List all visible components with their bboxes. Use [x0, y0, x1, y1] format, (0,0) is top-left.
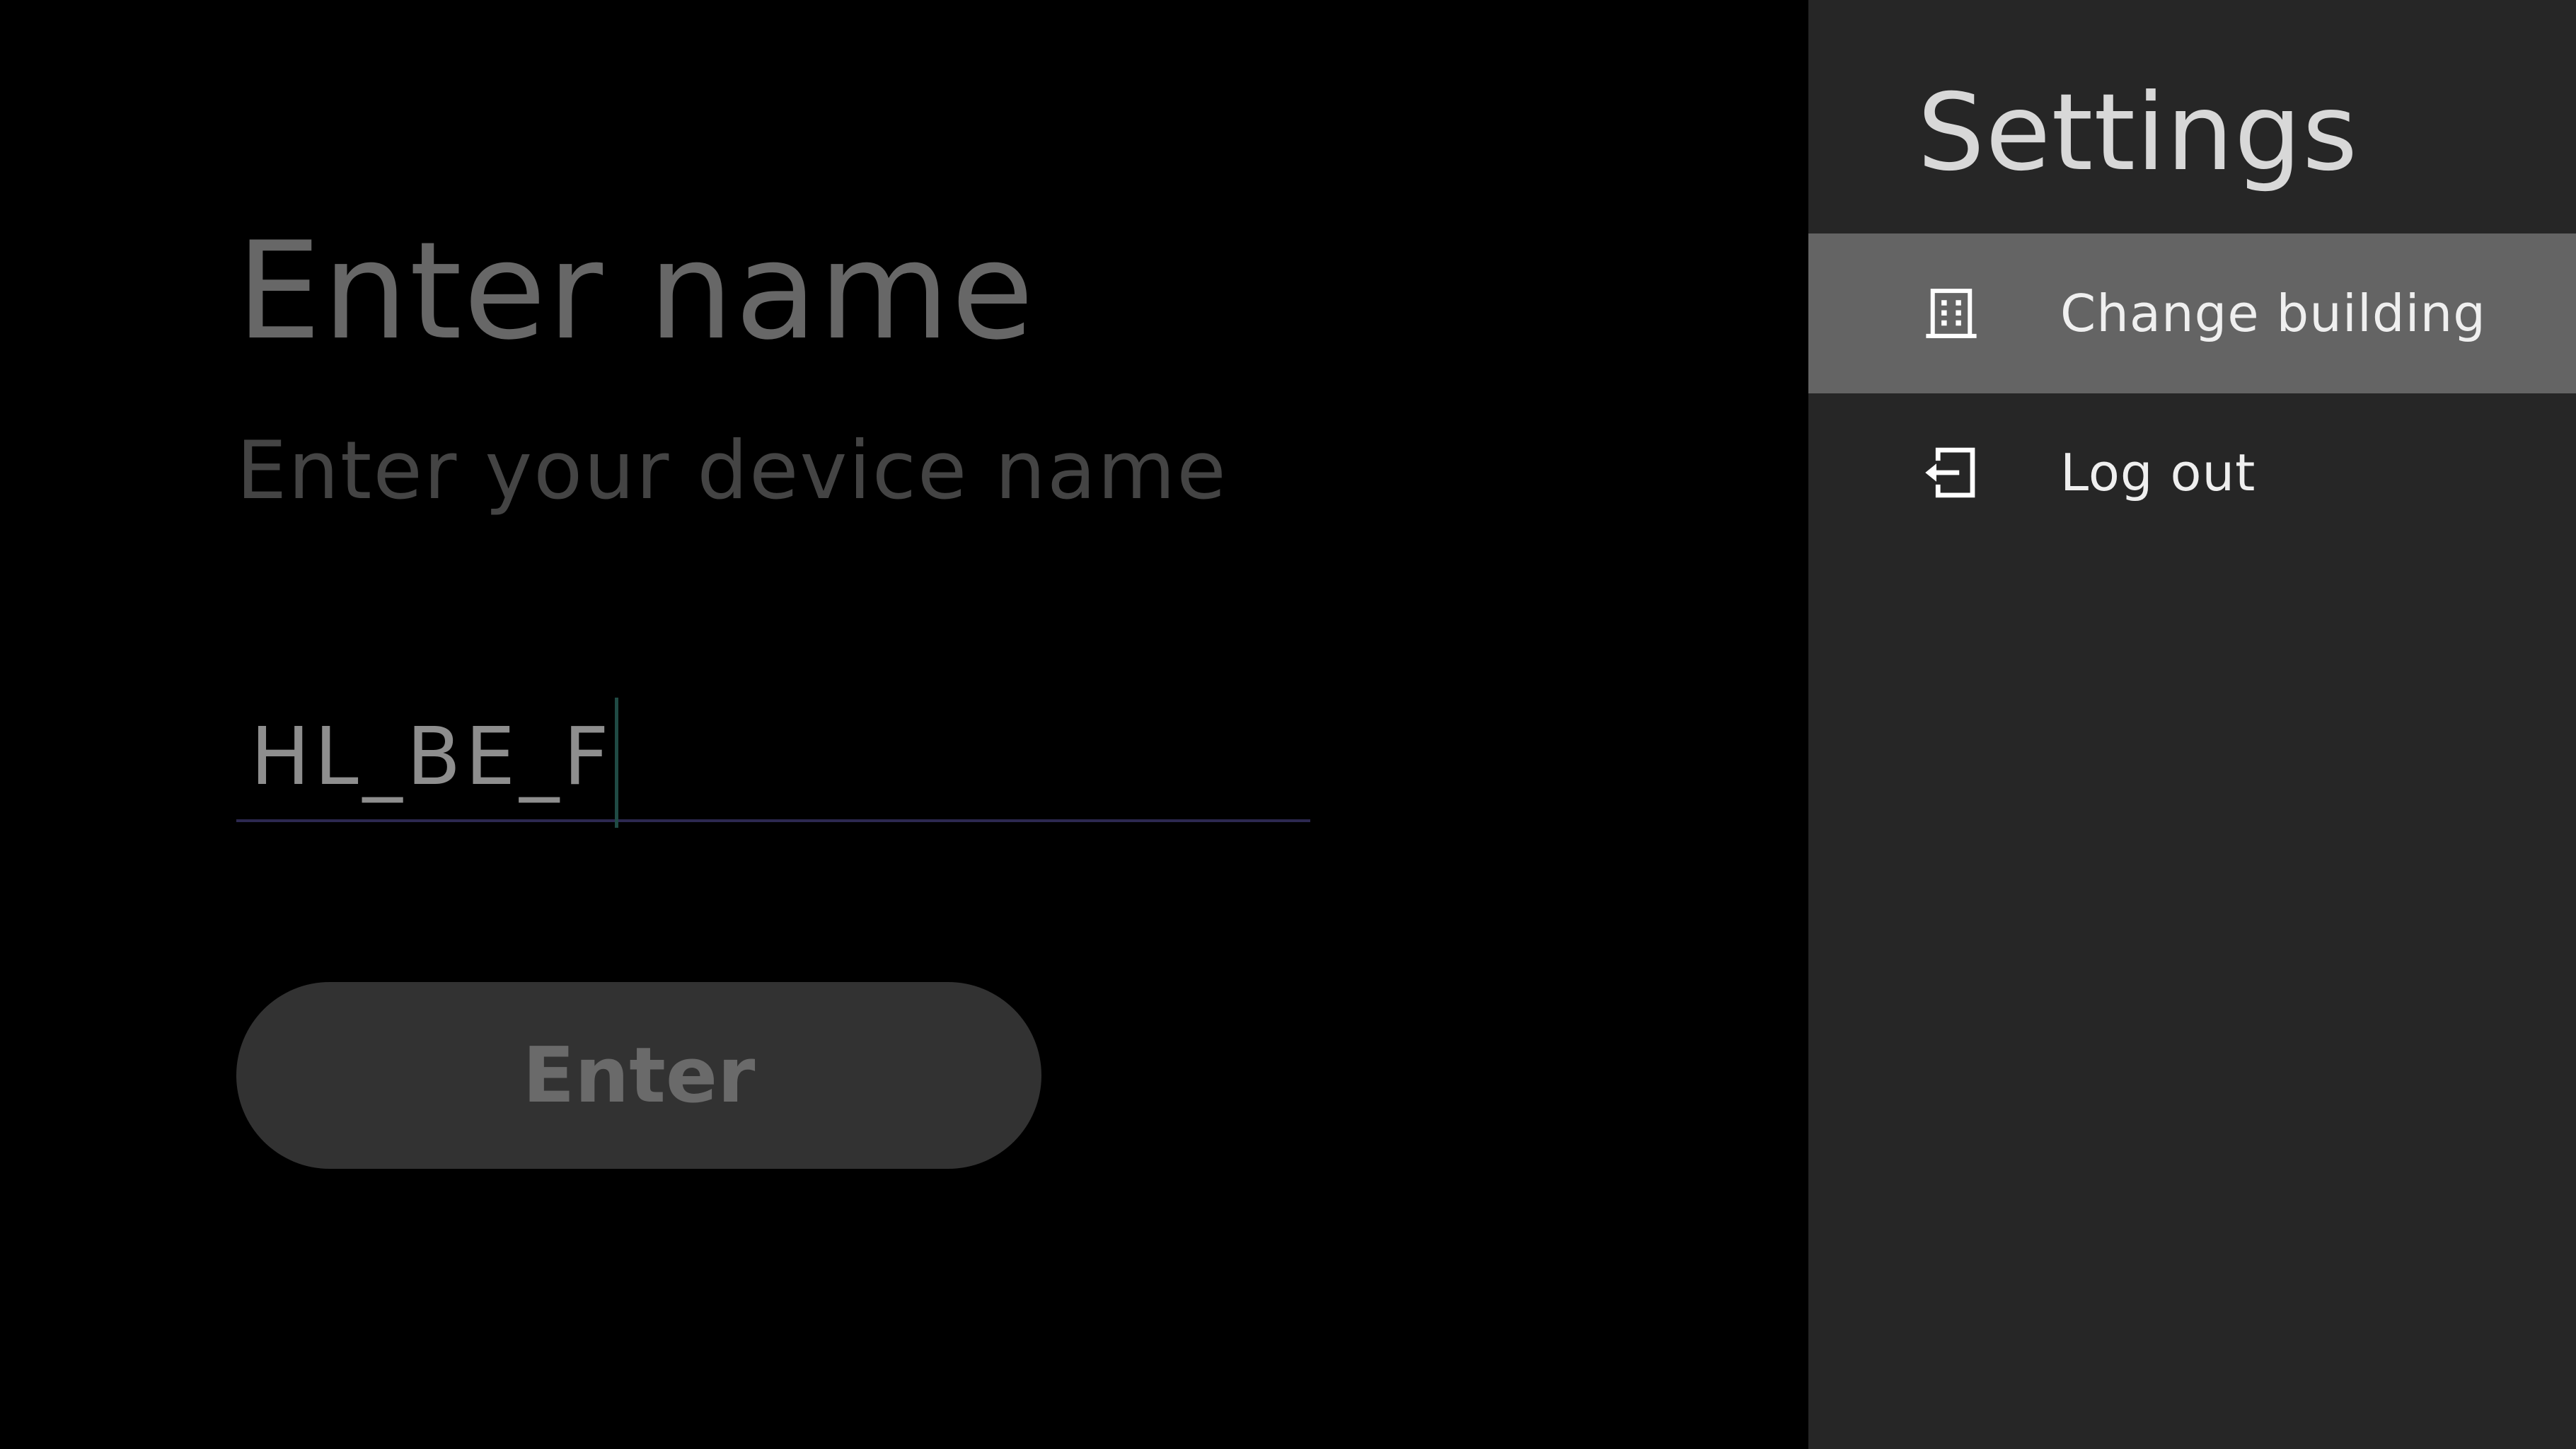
device-name-input[interactable]: HL_BE_F [236, 678, 1310, 828]
settings-drawer: Settings Change building Log out [1808, 0, 2576, 1449]
menu-item-log-out-label: Log out [2060, 442, 2256, 502]
device-name-value: HL_BE_F [250, 710, 613, 803]
device-name-screen: Enter name Enter your device name HL_BE_… [0, 0, 2576, 1449]
page-title: Enter name [236, 213, 1036, 369]
name-entry-pane: Enter name Enter your device name HL_BE_… [0, 0, 1808, 1449]
device-name-input-text-row: HL_BE_F [250, 692, 618, 828]
menu-item-change-building[interactable]: Change building [1808, 233, 2576, 393]
drawer-title: Settings [1917, 71, 2359, 195]
building-icon [1917, 279, 1985, 347]
text-caret [614, 698, 618, 828]
menu-item-log-out[interactable]: Log out [1808, 393, 2576, 553]
menu-item-change-building-label: Change building [2060, 283, 2486, 343]
logout-icon [1917, 439, 1985, 507]
page-subtitle: Enter your device name [236, 424, 1228, 517]
enter-button[interactable]: Enter [236, 982, 1041, 1169]
